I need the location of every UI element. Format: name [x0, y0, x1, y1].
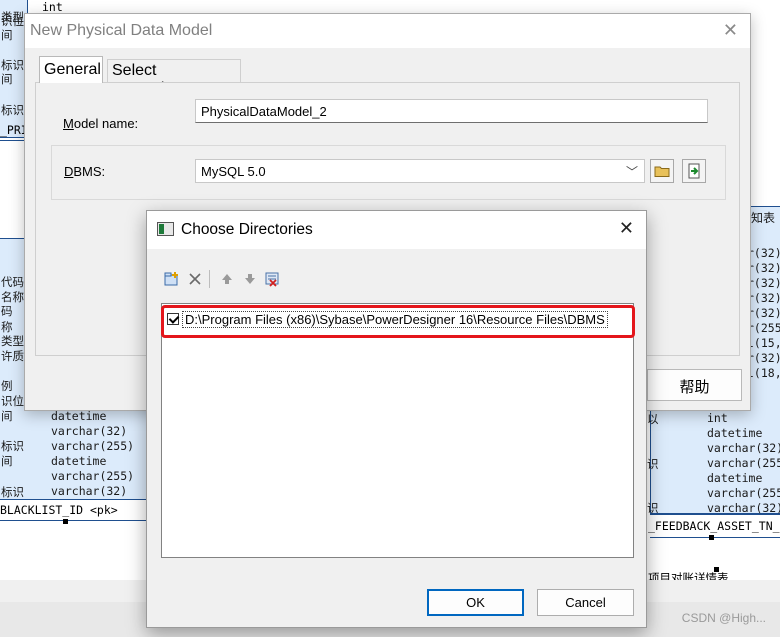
model-name-label: Model name: [63, 116, 139, 131]
right-fk-line: _FEEDBACK_ASSET_TN_ [648, 519, 780, 533]
left-mid-row-10: 标识 [1, 439, 24, 453]
chevron-down-icon: ﹀ [625, 165, 638, 179]
right-type-5: datetime [707, 471, 763, 485]
left-row-5: 间 [1, 72, 13, 86]
right-col-3: r(32) [747, 276, 780, 290]
right-col-2: r(32) [747, 261, 780, 275]
ok-button[interactable]: OK [427, 589, 524, 616]
left-row-3: 间 [1, 28, 13, 42]
right-type-2: datetime [707, 426, 763, 440]
right-mark-1: 以 [647, 412, 659, 426]
right-mark-2: 识 [647, 457, 659, 471]
directories-list[interactable]: D:\Program Files (x86)\Sybase\PowerDesig… [161, 303, 634, 558]
move-up-icon[interactable] [219, 271, 235, 287]
right-col-8: r(32) [747, 351, 780, 365]
toolbar-separator [209, 270, 210, 288]
right-col-6: r(255 [747, 321, 780, 335]
dbms-select[interactable]: MySQL 5.0 ﹀ [195, 159, 645, 183]
help-button[interactable]: 帮助 [647, 369, 742, 401]
red-highlight-box [161, 305, 635, 338]
left-mid-row-8: 识位 [1, 394, 24, 408]
right-col-9: l(18, [747, 366, 780, 380]
close-icon[interactable]: ✕ [619, 218, 634, 239]
left-type-4: datetime [51, 454, 107, 468]
left-type-3: varchar(255) [51, 439, 135, 453]
right-type-3: varchar(32) [707, 441, 780, 455]
dialog-title: New Physical Data Model [30, 22, 213, 39]
left-pk-line: BLACKLIST_ID <pk> [0, 503, 118, 517]
left-type-5: varchar(255) [51, 469, 135, 483]
dbms-label: DBMS: [64, 164, 106, 179]
right-type-4: varchar(255 [707, 456, 780, 470]
right-type-7: varchar(32) [707, 501, 780, 515]
cancel-button[interactable]: Cancel [537, 589, 634, 616]
delete-icon[interactable] [187, 271, 203, 287]
choose-dirs-title: Choose Directories [181, 221, 313, 238]
move-down-icon[interactable] [242, 271, 258, 287]
right-header: 知表 [751, 211, 776, 225]
left-mid-row-7: 例 [1, 379, 13, 393]
left-type-1: datetime [51, 409, 107, 423]
properties-icon [688, 163, 700, 179]
right-col-1: r(32) [747, 246, 780, 260]
dialog-titlebar[interactable]: New Physical Data Model ✕ [25, 14, 750, 48]
left-mid-row-12: 标识 [1, 485, 24, 499]
dbms-group: DBMS: MySQL 5.0 ﹀ [51, 145, 726, 200]
left-mid-row-6: 许质 [1, 349, 24, 363]
model-name-input[interactable]: PhysicalDataModel_2 [195, 99, 708, 123]
left-mid-row-9: 间 [1, 409, 13, 423]
folder-icon [654, 166, 670, 177]
browse-folder-button[interactable] [650, 159, 674, 183]
left-mid-row-1: 代码 [1, 275, 24, 289]
right-type-1: int [707, 411, 728, 425]
choose-dirs-titlebar[interactable]: Choose Directories ✕ [147, 211, 646, 249]
right-col-7: l(15, [747, 336, 780, 350]
right-type-6: varchar(255 [707, 486, 780, 500]
left-type-2: varchar(32) [51, 424, 128, 438]
left-top-type: int [42, 0, 63, 14]
left-table-handle[interactable] [63, 519, 68, 524]
tab-select-extensions[interactable]: Select Extensions [107, 59, 241, 97]
properties-button[interactable] [682, 159, 706, 183]
tab-general[interactable]: General [39, 56, 103, 83]
right-col-5: r(32) [747, 306, 780, 320]
choose-directories-dialog: Choose Directories ✕ D:\Program Files (x… [146, 210, 647, 628]
add-folder-icon[interactable] [164, 271, 180, 287]
left-mid-row-11: 间 [1, 454, 13, 468]
left-row-6: 标识 [1, 103, 24, 117]
right-table-handle[interactable] [709, 535, 714, 540]
left-mid-row-3: 码 [1, 304, 13, 318]
right-col-4: r(32) [747, 291, 780, 305]
clear-icon[interactable] [264, 271, 280, 287]
left-type-6: varchar(32) [51, 484, 128, 498]
close-icon[interactable]: ✕ [723, 20, 738, 41]
watermark: CSDN @High... [681, 611, 766, 625]
app-icon [157, 222, 174, 236]
left-mid-row-5: 类型 [1, 334, 24, 348]
